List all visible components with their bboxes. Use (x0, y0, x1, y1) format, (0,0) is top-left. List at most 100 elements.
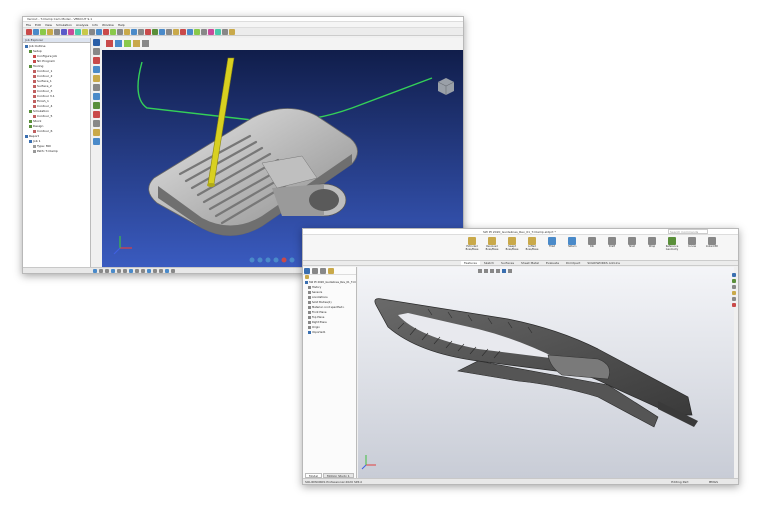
ribbon-command[interactable]: Shell (623, 237, 641, 248)
toolbar-tool-icon[interactable] (215, 28, 221, 35)
quick-tool-icon[interactable] (141, 268, 145, 273)
vertical-tool-icon[interactable] (93, 75, 100, 82)
file-explorer-icon[interactable] (732, 285, 736, 289)
quick-tool-icon[interactable] (117, 268, 121, 273)
vertical-tool-icon[interactable] (93, 111, 100, 118)
toolbar-tool-icon[interactable] (145, 28, 151, 35)
vertical-tool-icon[interactable] (93, 93, 100, 100)
quick-tool-icon[interactable] (111, 268, 115, 273)
toolbar-tool-icon[interactable] (103, 28, 109, 35)
toolbar-tool-icon[interactable] (180, 28, 186, 35)
tree-node[interactable]: Path: T-Clamp (23, 149, 90, 154)
menu-item[interactable]: Analysis (76, 22, 88, 27)
menu-item[interactable]: Help (118, 22, 125, 27)
view-palette-icon[interactable] (732, 291, 736, 295)
ribbon-tab[interactable]: Surfaces (498, 261, 517, 265)
quick-tool-icon[interactable] (123, 268, 127, 273)
toolbar-tool-icon[interactable] (47, 28, 53, 35)
vertical-tool-icon[interactable] (93, 48, 100, 55)
feature-tree-icon[interactable] (304, 268, 310, 274)
toolbar-tool-icon[interactable] (166, 28, 172, 35)
toolbar-tool-icon[interactable] (75, 28, 81, 35)
toolbar-tool-icon[interactable] (117, 28, 123, 35)
toolbar-tool-icon[interactable] (40, 28, 46, 35)
ribbon-command[interactable]: Pattern (563, 237, 581, 248)
toolbar-tool-icon[interactable] (61, 28, 67, 35)
toolbar-tool-icon[interactable] (208, 28, 214, 35)
toolbar-tool-icon[interactable] (33, 28, 39, 35)
resources-icon[interactable] (732, 273, 736, 277)
quick-tool-icon[interactable] (93, 268, 97, 273)
ribbon-tab[interactable]: DimXpert (563, 261, 583, 265)
menu-item[interactable]: File (26, 22, 31, 27)
vertical-tool-icon[interactable] (93, 57, 100, 64)
toolbar-tool-icon[interactable] (229, 28, 235, 35)
ribbon-command[interactable]: Instant3D (703, 237, 721, 248)
ribbon-command[interactable]: Curves (683, 237, 701, 248)
toolbar-tool-icon[interactable] (138, 28, 144, 35)
toolbar-tool-icon[interactable] (222, 28, 228, 35)
vertical-tool-icon[interactable] (93, 138, 100, 145)
quick-tool-icon[interactable] (135, 268, 139, 273)
ribbon-tab[interactable]: Features (461, 261, 480, 265)
tree-node-icon (308, 331, 311, 334)
appearance-icon[interactable] (328, 268, 334, 274)
toolbar-tool-icon[interactable] (82, 28, 88, 35)
vertical-tool-icon[interactable] (93, 66, 100, 73)
ribbon-command[interactable]: Wrap (643, 237, 661, 248)
ribbon-command[interactable]: Extruded Boss/Base (463, 237, 481, 251)
quick-tool-icon[interactable] (129, 268, 133, 273)
toolbar-tool-icon[interactable] (26, 28, 32, 35)
config-icon[interactable] (320, 268, 326, 274)
menu-item[interactable]: Simulation (56, 22, 72, 27)
filter-icon[interactable] (305, 275, 309, 279)
menu-item[interactable]: View (45, 22, 52, 27)
ribbon-command[interactable]: Rib (583, 237, 601, 248)
quick-tool-icon[interactable] (147, 268, 151, 273)
toolbar-tool-icon[interactable] (96, 28, 102, 35)
toolbar-tool-icon[interactable] (152, 28, 158, 35)
vertical-tool-icon[interactable] (93, 102, 100, 109)
menu-item[interactable]: Edit (35, 22, 41, 27)
vertical-tool-icon[interactable] (93, 39, 100, 46)
toolbar-tool-icon[interactable] (187, 28, 193, 35)
toolbar-tool-icon[interactable] (173, 28, 179, 35)
quick-tool-icon[interactable] (153, 268, 157, 273)
cad-3d-viewport[interactable] (358, 267, 734, 479)
ribbon-tab[interactable]: Sketch (481, 261, 497, 265)
ribbon-tab[interactable]: Evaluate (543, 261, 562, 265)
toolbar-tool-icon[interactable] (89, 28, 95, 35)
toolbar-tool-icon[interactable] (68, 28, 74, 35)
ribbon-command[interactable]: Draft (603, 237, 621, 248)
toolbar-tool-icon[interactable] (124, 28, 130, 35)
menu-item[interactable]: Info (92, 22, 98, 27)
quick-tool-icon[interactable] (159, 268, 163, 273)
ribbon-tab[interactable]: SOLIDWORKS Add-Ins (584, 261, 623, 265)
ribbon-command[interactable]: Lofted Boss/Base (523, 237, 541, 251)
tree-node[interactable]: Imported1 (305, 330, 356, 335)
appearances-icon[interactable] (732, 297, 736, 301)
toolbar-tool-icon[interactable] (131, 28, 137, 35)
ribbon-command[interactable]: Fillet (543, 237, 561, 248)
vertical-tool-icon[interactable] (93, 84, 100, 91)
property-icon[interactable] (312, 268, 318, 274)
menu-item[interactable]: Window (102, 22, 114, 27)
toolbar-tool-icon[interactable] (54, 28, 60, 35)
vertical-tool-icon[interactable] (93, 129, 100, 136)
custom-props-icon[interactable] (732, 303, 736, 307)
ribbon-command[interactable]: Reference Geometry (663, 237, 681, 251)
ribbon-command[interactable]: Swept Boss/Base (503, 237, 521, 251)
toolbar-tool-icon[interactable] (201, 28, 207, 35)
toolbar-tool-icon[interactable] (159, 28, 165, 35)
quick-tool-icon[interactable] (171, 268, 175, 273)
vertical-tool-icon[interactable] (93, 120, 100, 127)
toolbar-tool-icon[interactable] (110, 28, 116, 35)
toolbar-tool-icon[interactable] (194, 28, 200, 35)
design-library-icon[interactable] (732, 279, 736, 283)
quick-tool-icon[interactable] (99, 268, 103, 273)
ribbon-tab[interactable]: Sheet Metal (518, 261, 542, 265)
search-input[interactable]: Search Commands (668, 229, 708, 234)
quick-tool-icon[interactable] (105, 268, 109, 273)
quick-tool-icon[interactable] (165, 268, 169, 273)
ribbon-command[interactable]: Revolved Boss/Base (483, 237, 501, 251)
